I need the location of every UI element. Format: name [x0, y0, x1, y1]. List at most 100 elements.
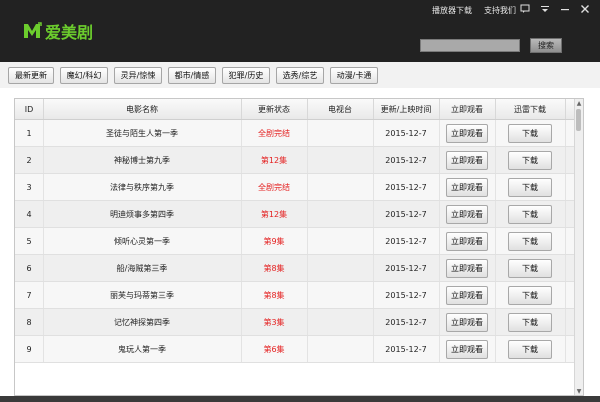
- row-title: 船/海贼第三季: [43, 255, 242, 281]
- player-download-link[interactable]: 播放器下载: [432, 5, 472, 16]
- logo-mark-icon: [24, 22, 42, 38]
- row-download-cell: 下载: [495, 147, 566, 173]
- support-us-link[interactable]: 支持我们: [484, 5, 516, 16]
- row-download-cell: 下载: [495, 201, 566, 227]
- download-button[interactable]: 下载: [508, 204, 552, 224]
- download-button[interactable]: 下载: [508, 177, 552, 197]
- row-title: 鬼玩人第一季: [43, 336, 242, 362]
- tab-latest[interactable]: 最新更新: [8, 67, 54, 84]
- row-date: 2015-12-7: [373, 201, 440, 227]
- app-window: 爱美剧 播放器下载 支持我们 搜索 最新更新 魔幻/科幻 灵异/惊悚 都市/情感…: [0, 0, 600, 402]
- row-id: 6: [15, 255, 44, 281]
- row-watch-cell: 立即观看: [439, 201, 496, 227]
- col-id: ID: [15, 99, 44, 119]
- row-tv: [307, 174, 374, 200]
- row-status: 全剧完结: [241, 174, 308, 200]
- col-status: 更新状态: [241, 99, 308, 119]
- minimize-icon[interactable]: [558, 2, 572, 16]
- content-area: ID 电影名称 更新状态 电视台 更新/上映时间 立即观看 迅雷下载 1 圣徒与陌…: [0, 88, 600, 402]
- col-watch: 立即观看: [439, 99, 496, 119]
- row-date: 2015-12-7: [373, 282, 440, 308]
- top-links: 播放器下载 支持我们: [432, 5, 516, 16]
- row-title: 记忆神探第四季: [43, 309, 242, 335]
- chat-icon[interactable]: [518, 2, 532, 16]
- col-date: 更新/上映时间: [373, 99, 440, 119]
- tab-fantasy-scifi[interactable]: 魔幻/科幻: [60, 67, 108, 84]
- category-toolbar: 最新更新 魔幻/科幻 灵异/惊悚 都市/情感 犯罪/历史 选秀/综艺 动漫/卡通: [0, 62, 600, 89]
- tab-horror-thriller[interactable]: 灵异/惊悚: [114, 67, 162, 84]
- row-status: 第8集: [241, 255, 308, 281]
- tab-variety[interactable]: 选秀/综艺: [276, 67, 324, 84]
- watch-now-button[interactable]: 立即观看: [446, 258, 488, 278]
- row-id: 8: [15, 309, 44, 335]
- row-watch-cell: 立即观看: [439, 147, 496, 173]
- row-download-cell: 下载: [495, 120, 566, 146]
- table-row: 3 法律与秩序第九季 全剧完结 2015-12-7 立即观看 下载: [15, 174, 575, 201]
- row-tv: [307, 255, 374, 281]
- table-header: ID 电影名称 更新状态 电视台 更新/上映时间 立即观看 迅雷下载: [15, 99, 575, 120]
- row-date: 2015-12-7: [373, 120, 440, 146]
- table-row: 6 船/海贼第三季 第8集 2015-12-7 立即观看 下载: [15, 255, 575, 282]
- logo-text: 爱美剧: [45, 23, 94, 42]
- row-tv: [307, 282, 374, 308]
- download-button[interactable]: 下载: [508, 339, 552, 359]
- tab-anime[interactable]: 动漫/卡通: [330, 67, 378, 84]
- table-row: 1 圣徒与陌生人第一季 全剧完结 2015-12-7 立即观看 下载: [15, 120, 575, 147]
- row-id: 3: [15, 174, 44, 200]
- table-row: 9 鬼玩人第一季 第6集 2015-12-7 立即观看 下载: [15, 336, 575, 363]
- search-button[interactable]: 搜索: [530, 38, 562, 53]
- search-area: 搜索: [420, 38, 562, 53]
- row-tv: [307, 228, 374, 254]
- row-date: 2015-12-7: [373, 147, 440, 173]
- download-button[interactable]: 下载: [508, 285, 552, 305]
- close-icon[interactable]: [578, 2, 592, 16]
- tab-urban-romance[interactable]: 都市/情感: [168, 67, 216, 84]
- scroll-thumb[interactable]: [576, 109, 581, 131]
- row-id: 1: [15, 120, 44, 146]
- watch-now-button[interactable]: 立即观看: [446, 312, 488, 332]
- row-watch-cell: 立即观看: [439, 120, 496, 146]
- watch-now-button[interactable]: 立即观看: [446, 231, 488, 251]
- row-download-cell: 下载: [495, 174, 566, 200]
- window-bottom-edge: [0, 396, 600, 402]
- row-title: 明迪烦事多第四季: [43, 201, 242, 227]
- row-status: 第12集: [241, 201, 308, 227]
- row-tv: [307, 309, 374, 335]
- scroll-down-icon[interactable]: ▼: [575, 387, 583, 395]
- row-status: 第8集: [241, 282, 308, 308]
- row-tv: [307, 336, 374, 362]
- watch-now-button[interactable]: 立即观看: [446, 123, 488, 143]
- row-date: 2015-12-7: [373, 228, 440, 254]
- row-status: 第6集: [241, 336, 308, 362]
- vertical-scrollbar[interactable]: ▲ ▼: [574, 99, 583, 395]
- search-input[interactable]: [420, 39, 520, 52]
- row-title: 圣徒与陌生人第一季: [43, 120, 242, 146]
- row-title: 神秘博士第九季: [43, 147, 242, 173]
- table-row: 5 倾听心灵第一季 第9集 2015-12-7 立即观看 下载: [15, 228, 575, 255]
- watch-now-button[interactable]: 立即观看: [446, 204, 488, 224]
- download-button[interactable]: 下载: [508, 231, 552, 251]
- row-id: 4: [15, 201, 44, 227]
- row-tv: [307, 120, 374, 146]
- download-button[interactable]: 下载: [508, 258, 552, 278]
- row-id: 2: [15, 147, 44, 173]
- download-button[interactable]: 下载: [508, 150, 552, 170]
- watch-now-button[interactable]: 立即观看: [446, 285, 488, 305]
- download-button[interactable]: 下载: [508, 312, 552, 332]
- row-title: 法律与秩序第九季: [43, 174, 242, 200]
- tab-crime-history[interactable]: 犯罪/历史: [222, 67, 270, 84]
- row-status: 全剧完结: [241, 120, 308, 146]
- scroll-up-icon[interactable]: ▲: [575, 99, 583, 107]
- row-download-cell: 下载: [495, 282, 566, 308]
- watch-now-button[interactable]: 立即观看: [446, 339, 488, 359]
- row-status: 第3集: [241, 309, 308, 335]
- row-tv: [307, 201, 374, 227]
- row-status: 第12集: [241, 147, 308, 173]
- watch-now-button[interactable]: 立即观看: [446, 177, 488, 197]
- row-date: 2015-12-7: [373, 309, 440, 335]
- watch-now-button[interactable]: 立即观看: [446, 150, 488, 170]
- table-row: 4 明迪烦事多第四季 第12集 2015-12-7 立即观看 下载: [15, 201, 575, 228]
- download-button[interactable]: 下载: [508, 123, 552, 143]
- menu-icon[interactable]: [538, 2, 552, 16]
- episode-table: ID 电影名称 更新状态 电视台 更新/上映时间 立即观看 迅雷下载 1 圣徒与陌…: [14, 98, 584, 396]
